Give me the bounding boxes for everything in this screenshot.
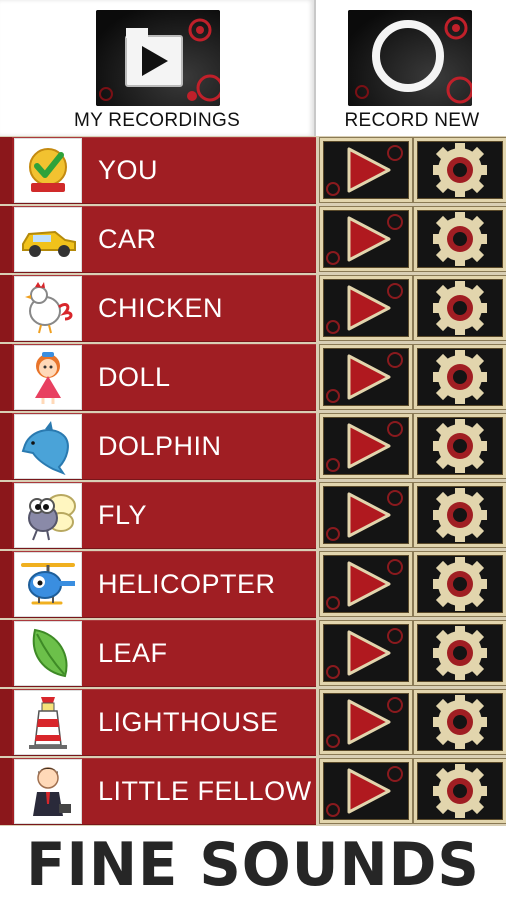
gear-icon: [433, 212, 487, 266]
play-triangle-icon: [326, 214, 403, 265]
play-button[interactable]: [320, 483, 412, 547]
footer-banner: FINE SOUNDS: [0, 826, 506, 900]
gear-icon: [433, 143, 487, 197]
settings-button[interactable]: [414, 552, 506, 616]
settings-button[interactable]: [414, 483, 506, 547]
list-item: DOLPHIN: [0, 412, 506, 481]
sound-item-label: DOLPHIN: [98, 431, 222, 461]
play-button[interactable]: [320, 759, 412, 823]
sound-item-label: CAR: [98, 224, 157, 254]
gear-icon: [433, 626, 487, 680]
play-triangle-icon: [326, 628, 403, 679]
sound-item-button[interactable]: DOLPHIN: [0, 413, 316, 480]
little-fellow-icon: [14, 759, 82, 824]
sound-item-label: LITTLE FELLOW: [98, 776, 312, 806]
play-button[interactable]: [320, 414, 412, 478]
play-button[interactable]: [320, 690, 412, 754]
fly-icon: [14, 483, 82, 548]
doll-icon: [14, 345, 82, 410]
sound-item-button[interactable]: FLY: [0, 482, 316, 549]
top-toolbar: MY RECORDINGS RECORD NEW: [0, 0, 506, 136]
leaf-icon: [14, 621, 82, 686]
record-ring-icon: [348, 10, 472, 106]
gear-icon: [433, 419, 487, 473]
sound-item-label: LIGHTHOUSE: [98, 707, 279, 737]
my-recordings-label: MY RECORDINGS: [73, 110, 241, 131]
settings-button[interactable]: [414, 690, 506, 754]
play-triangle-icon: [326, 490, 403, 541]
list-item: CAR: [0, 205, 506, 274]
sound-item-button[interactable]: LITTLE FELLOW: [0, 758, 316, 825]
list-item: FLY: [0, 481, 506, 550]
record-new-button[interactable]: RECORD NEW: [318, 0, 506, 136]
gear-icon: [433, 281, 487, 335]
play-button[interactable]: [320, 138, 412, 202]
settings-button[interactable]: [414, 759, 506, 823]
lighthouse-icon: [14, 690, 82, 755]
sound-item-label: CHICKEN: [98, 293, 224, 323]
play-button[interactable]: [320, 207, 412, 271]
sound-item-button[interactable]: DOLL: [0, 344, 316, 411]
gear-icon: [433, 488, 487, 542]
list-item: LIGHTHOUSE: [0, 688, 506, 757]
list-item: DOLL: [0, 343, 506, 412]
play-triangle-icon: [326, 559, 403, 610]
sound-item-label: YOU: [98, 155, 159, 185]
sound-list: YOU CAR CHICKEN DOLL DOLPHIN FLY HELICOP…: [0, 136, 506, 826]
my-recordings-button[interactable]: MY RECORDINGS: [0, 0, 316, 136]
settings-button[interactable]: [414, 276, 506, 340]
sound-item-button[interactable]: CAR: [0, 206, 316, 273]
gold-checkmark-badge-icon: [14, 138, 82, 203]
sound-item-label: DOLL: [98, 362, 171, 392]
play-icon: [96, 10, 220, 106]
list-item: HELICOPTER: [0, 550, 506, 619]
gear-icon: [433, 350, 487, 404]
gear-icon: [433, 557, 487, 611]
chicken-icon: [14, 276, 82, 341]
sound-item-button[interactable]: CHICKEN: [0, 275, 316, 342]
sound-item-label: FLY: [98, 500, 148, 530]
play-triangle-icon: [326, 697, 403, 748]
sound-item-button[interactable]: LIGHTHOUSE: [0, 689, 316, 756]
gear-icon: [433, 695, 487, 749]
settings-button[interactable]: [414, 414, 506, 478]
sound-item-button[interactable]: HELICOPTER: [0, 551, 316, 618]
play-button[interactable]: [320, 552, 412, 616]
sound-item-label: LEAF: [98, 638, 168, 668]
settings-button[interactable]: [414, 207, 506, 271]
play-triangle-icon: [326, 421, 403, 472]
app-title: FINE SOUNDS: [26, 830, 480, 900]
helicopter-icon: [14, 552, 82, 617]
car-icon: [14, 207, 82, 272]
record-new-label: RECORD NEW: [344, 110, 480, 131]
sound-item-label: HELICOPTER: [98, 569, 276, 599]
settings-button[interactable]: [414, 138, 506, 202]
list-item: LITTLE FELLOW: [0, 757, 506, 826]
play-triangle-icon: [326, 766, 403, 817]
play-triangle-icon: [326, 352, 403, 403]
play-button[interactable]: [320, 345, 412, 409]
play-triangle-icon: [326, 283, 403, 334]
play-button[interactable]: [320, 621, 412, 685]
sound-item-button[interactable]: LEAF: [0, 620, 316, 687]
list-item: LEAF: [0, 619, 506, 688]
gear-icon: [433, 764, 487, 818]
settings-button[interactable]: [414, 345, 506, 409]
list-item: YOU: [0, 136, 506, 205]
dolphin-icon: [14, 414, 82, 479]
play-triangle-icon: [326, 145, 403, 196]
settings-button[interactable]: [414, 621, 506, 685]
list-item: CHICKEN: [0, 274, 506, 343]
play-button[interactable]: [320, 276, 412, 340]
sound-item-button[interactable]: YOU: [0, 137, 316, 204]
